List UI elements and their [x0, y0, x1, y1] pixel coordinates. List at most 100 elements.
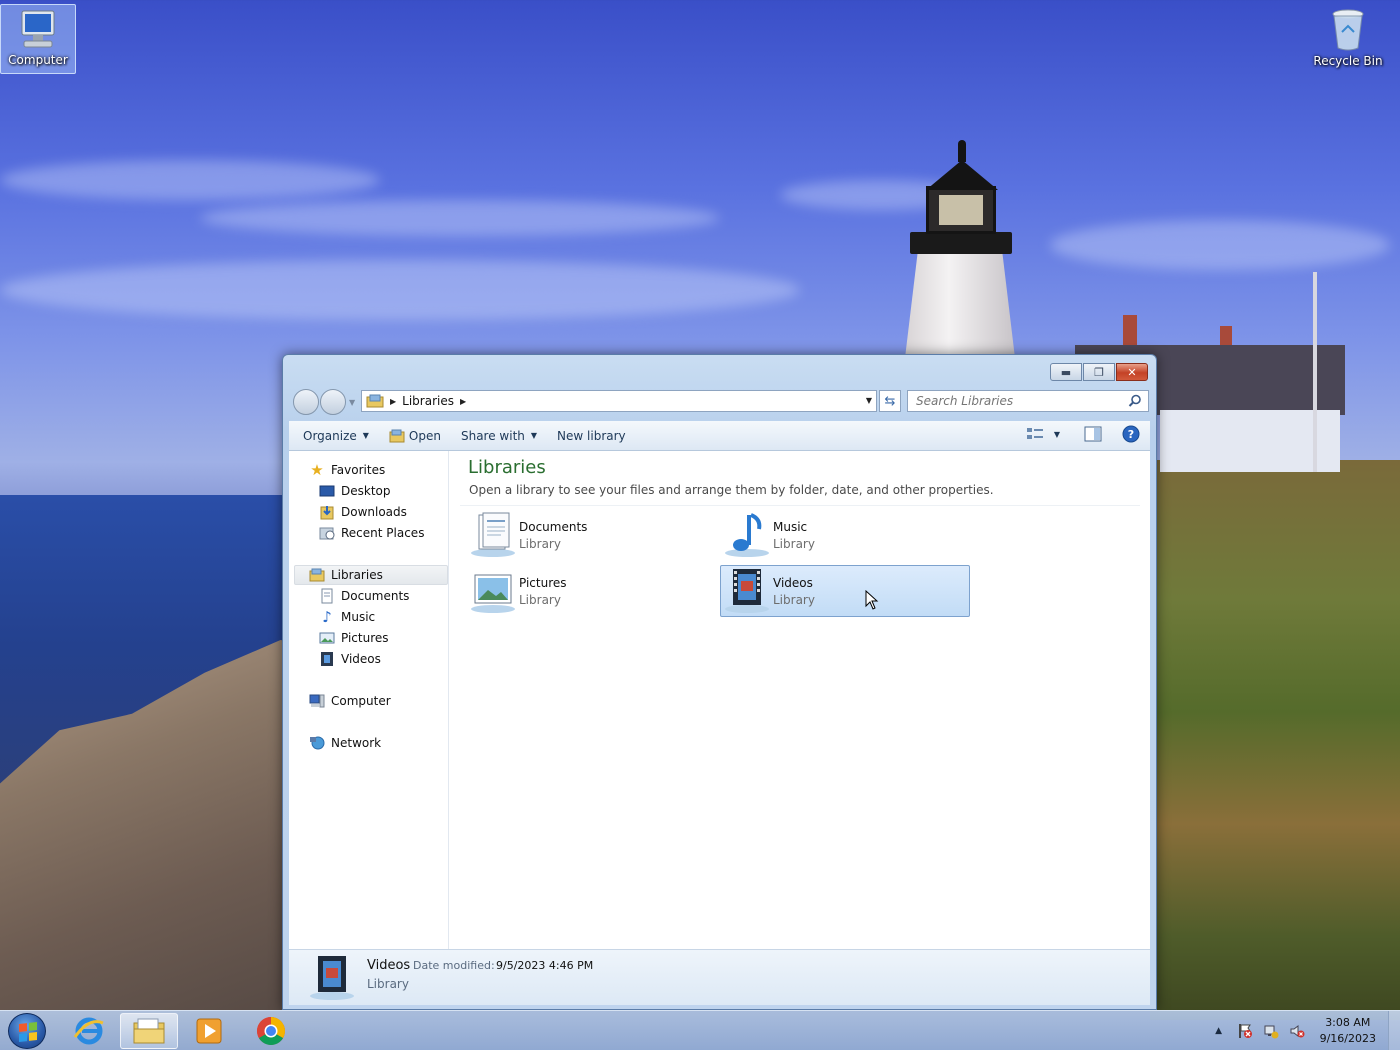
svg-text:?: ? — [1128, 428, 1134, 441]
details-type: Library — [367, 977, 409, 991]
forward-button[interactable] — [320, 389, 346, 415]
command-bar: Organize ▼ Open Share with ▼ New library… — [289, 421, 1150, 451]
volume-muted-icon[interactable] — [1288, 1022, 1306, 1040]
nav-documents[interactable]: Documents — [319, 586, 409, 606]
share-with-button[interactable]: Share with ▼ — [451, 424, 547, 448]
details-pane: Videos Date modified: 9/5/2023 4:46 PM L… — [289, 949, 1150, 1005]
tile-type: Library — [773, 536, 815, 551]
breadcrumb-libraries[interactable]: Libraries — [402, 394, 454, 408]
address-bar[interactable]: ▶ Libraries ▶ ▼ — [361, 390, 877, 412]
nav-desktop[interactable]: Desktop — [319, 481, 391, 501]
taskbar-windows-explorer[interactable] — [120, 1013, 178, 1049]
lighthouse-tower — [905, 248, 1015, 358]
videos-library-icon — [310, 956, 354, 1000]
nav-pictures[interactable]: Pictures — [319, 628, 389, 648]
computer-icon — [309, 693, 325, 709]
search-icon[interactable] — [1128, 394, 1142, 408]
start-button[interactable] — [8, 1013, 46, 1049]
recent-pages-dropdown[interactable]: ▼ — [349, 398, 355, 407]
taskbar: ▲ 3:08 AM 9/16/2023 — [0, 1010, 1400, 1050]
nav-label: Music — [341, 610, 376, 624]
page-description: Open a library to see your files and arr… — [469, 483, 994, 497]
star-icon: ★ — [310, 461, 324, 479]
search-input[interactable] — [916, 394, 1116, 408]
search-box[interactable] — [907, 390, 1149, 412]
minimize-button[interactable]: ▬ — [1050, 363, 1082, 381]
change-view-icon[interactable] — [1026, 426, 1044, 442]
refresh-button[interactable]: ⇆ — [879, 390, 901, 412]
videos-library-icon — [721, 566, 773, 616]
library-tile-music[interactable]: Music Library — [720, 509, 970, 561]
new-library-button[interactable]: New library — [547, 424, 636, 448]
clock-date: 9/16/2023 — [1319, 1032, 1376, 1045]
clock[interactable]: 3:08 AM 9/16/2023 — [1320, 1015, 1376, 1047]
library-tile-documents[interactable]: Documents Library — [466, 509, 716, 561]
nav-libraries[interactable]: Libraries — [294, 565, 448, 585]
open-button[interactable]: Open — [379, 424, 451, 448]
lighthouse-spire — [958, 140, 966, 162]
tile-type: Library — [519, 536, 561, 551]
taskbar-internet-explorer[interactable] — [60, 1013, 118, 1049]
chrome-icon — [257, 1017, 285, 1045]
library-tile-videos[interactable]: Videos Library — [720, 565, 970, 617]
back-button[interactable] — [293, 389, 319, 415]
address-dropdown[interactable]: ▼ — [866, 396, 872, 405]
mouse-cursor-icon — [865, 590, 879, 610]
nav-label: Favorites — [331, 463, 386, 477]
recent-places-icon — [319, 525, 335, 541]
tile-name: Music — [773, 519, 808, 534]
desktop-icon-label: Computer — [8, 53, 68, 67]
nav-label: Desktop — [341, 484, 391, 498]
open-label: Open — [408, 428, 441, 443]
computer-icon — [21, 10, 55, 48]
grassy-hill — [1150, 460, 1400, 1020]
nav-recent-places[interactable]: Recent Places — [319, 523, 424, 543]
documents-library-icon — [467, 510, 519, 560]
library-tile-pictures[interactable]: Pictures Library — [466, 565, 716, 617]
restore-icon: ❐ — [1094, 365, 1104, 379]
nav-network[interactable]: Network — [309, 733, 381, 753]
share-with-label: Share with — [460, 428, 525, 443]
navigation-bar: ▼ ▶ Libraries ▶ ▼ ⇆ — [291, 389, 1149, 415]
breadcrumb-arrow[interactable]: ▶ — [390, 397, 396, 406]
explorer-window[interactable]: ▬ ❐ ✕ ▼ ▶ Libraries ▶ ▼ ⇆ Search Librari… — [282, 354, 1157, 1010]
nav-favorites[interactable]: ★ Favorites — [309, 460, 385, 480]
pictures-icon — [319, 630, 335, 646]
tile-name: Documents — [519, 519, 588, 534]
navigation-pane: ★ Favorites Desktop Downloads Recent Pla… — [289, 451, 449, 949]
help-icon[interactable]: ? — [1122, 425, 1140, 443]
recycle-bin-icon — [1332, 9, 1364, 51]
desktop-icon-recycle-bin[interactable]: Recycle Bin — [1310, 4, 1386, 74]
network-icon — [309, 735, 325, 751]
breadcrumb-arrow[interactable]: ▶ — [460, 397, 466, 406]
show-hidden-icons-icon[interactable]: ▲ — [1210, 1022, 1228, 1040]
music-library-icon — [721, 510, 773, 560]
cloud — [0, 160, 380, 200]
organize-button[interactable]: Organize ▼ — [289, 424, 379, 448]
preview-pane-icon[interactable] — [1084, 426, 1102, 442]
nav-label: Pictures — [341, 631, 389, 645]
network-status-icon[interactable] — [1262, 1022, 1280, 1040]
taskbar-chrome[interactable] — [242, 1013, 300, 1049]
desktop-icon — [319, 483, 335, 499]
downloads-icon — [319, 504, 335, 520]
view-dropdown-icon[interactable]: ▼ — [1054, 430, 1060, 439]
close-button[interactable]: ✕ — [1116, 363, 1148, 381]
libraries-icon — [309, 567, 325, 583]
windows-explorer-icon — [133, 1018, 165, 1044]
show-desktop-button[interactable] — [1388, 1011, 1400, 1050]
desktop-icon-label: Recycle Bin — [1313, 54, 1383, 68]
cloud — [200, 200, 720, 236]
nav-label: Libraries — [331, 568, 383, 582]
nav-downloads[interactable]: Downloads — [319, 502, 407, 522]
nav-music[interactable]: ♪ Music — [319, 607, 375, 627]
internet-explorer-icon — [73, 1017, 104, 1045]
maximize-button[interactable]: ❐ — [1083, 363, 1115, 381]
taskbar-media-player[interactable] — [180, 1013, 238, 1049]
nav-computer[interactable]: Computer — [309, 691, 391, 711]
chevron-down-icon: ▼ — [362, 431, 369, 440]
desktop-icon-computer[interactable]: Computer — [0, 4, 76, 74]
nav-videos[interactable]: Videos — [319, 649, 381, 669]
tile-type: Library — [519, 592, 561, 607]
action-center-flag-icon[interactable] — [1236, 1022, 1254, 1040]
